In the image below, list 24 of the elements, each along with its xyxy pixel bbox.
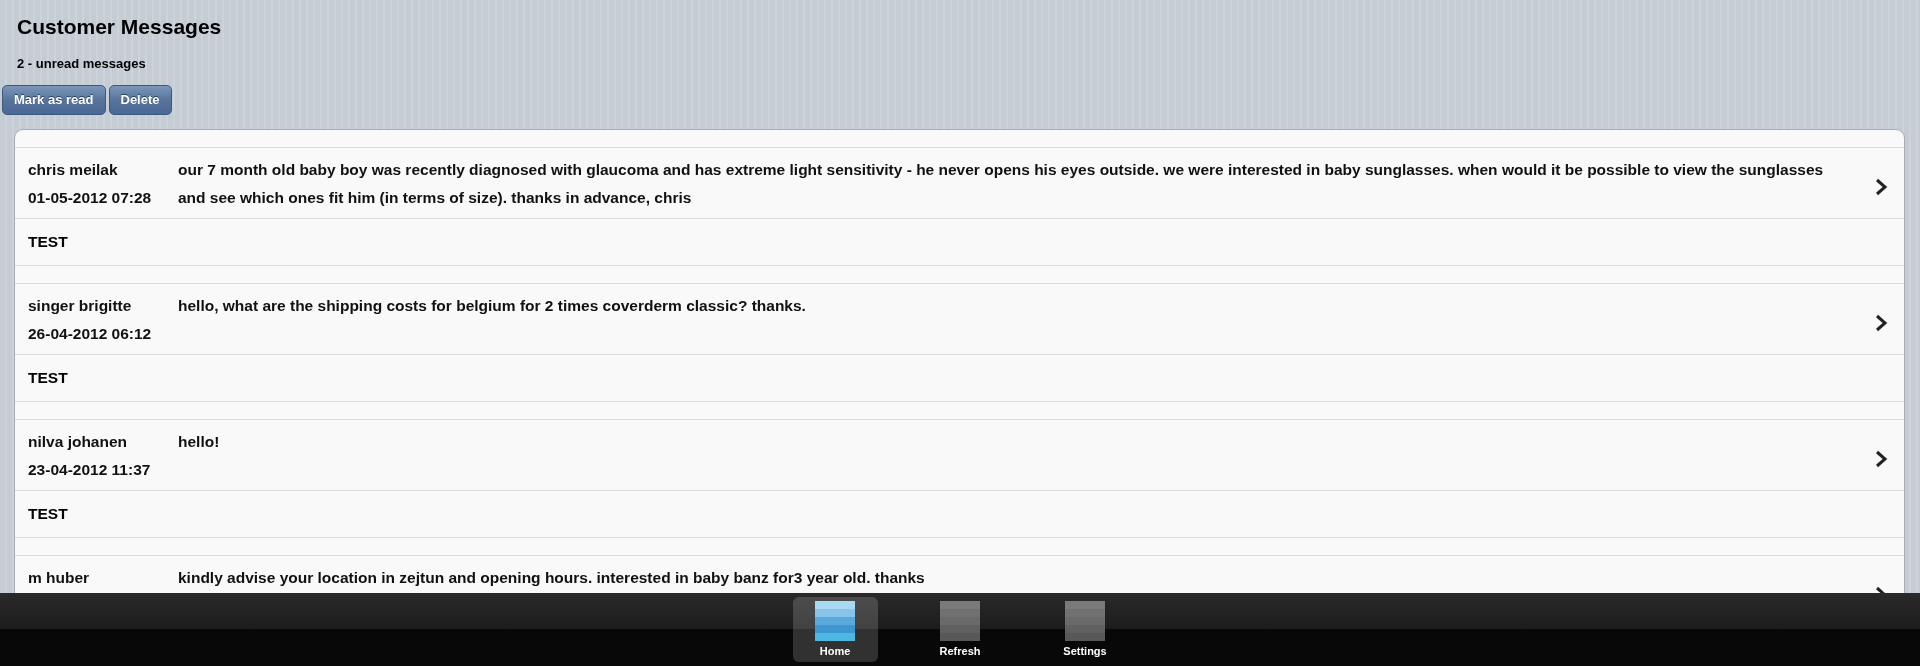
square-icon [1065,601,1105,641]
square-icon [940,601,980,641]
page-title: Customer Messages [16,14,223,40]
message-note: TEST [15,489,1904,537]
sender-name: nilva johanen [28,432,129,451]
message-text: hello! [178,431,221,452]
message-note: TEST [15,353,1904,401]
tab[interactable]: Home [792,597,878,662]
tab[interactable]: Refresh [917,597,1003,662]
message-date: 26-04-2012 06:12 [28,324,153,343]
toolbar-button[interactable]: Delete [108,84,172,115]
toolbar-button[interactable]: Mark as read [2,84,106,115]
message-text: our 7 month old baby boy was recently diagnosed with glaucoma and has extreme light sensitivity - he never opens his eyes outside. we were interested in baby sunglasses. when would it be possible to view the sunglasses and see which ones fit him (in terms of size). thanks in advance, chris [178,159,1825,208]
message-date: 23-04-2012 11:37 [28,460,152,479]
message-note: TEST [15,217,1904,265]
square-icon [815,601,855,641]
tab[interactable]: Settings [1042,597,1128,662]
message-text: hello, what are the shipping costs for belgium for 2 times coverderm classic? thanks. [178,295,807,316]
message-date: 01-05-2012 07:28 [28,188,153,207]
message-text: kindly advise your location in zejtun and opening hours. interested in baby banz for3 year old. thanks [178,567,926,588]
sender-name: m huber [28,568,91,587]
sender-name: singer brigitte [28,296,133,315]
sender-name: chris meilak [28,160,119,179]
unread-count: 2 - unread messages [16,55,147,72]
